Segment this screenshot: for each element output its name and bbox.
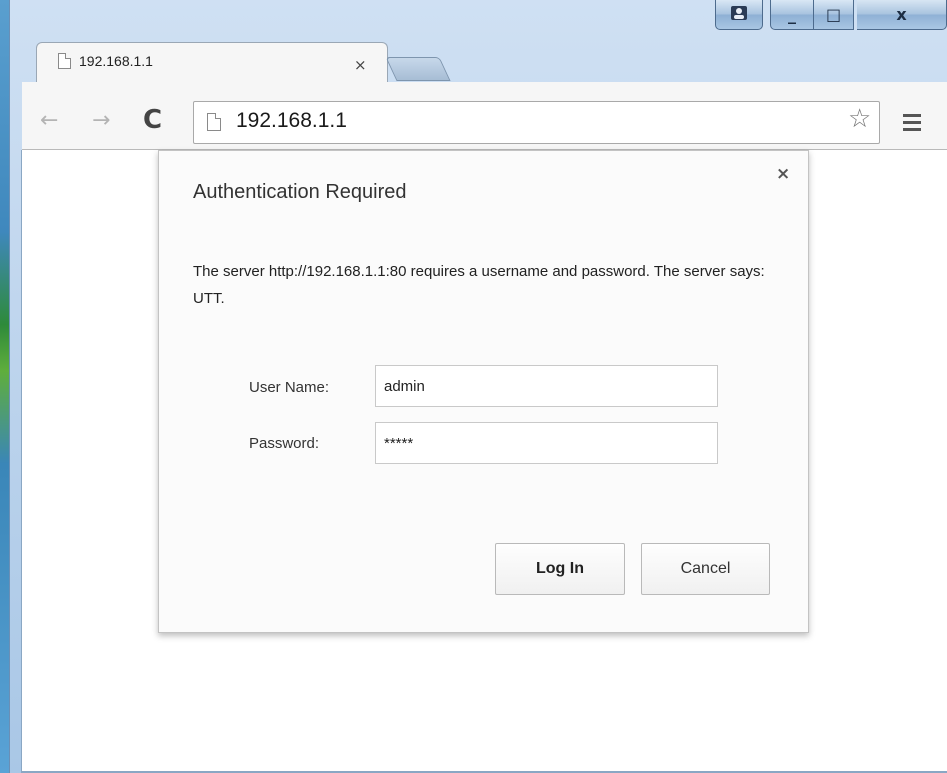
new-tab-button[interactable]: [385, 57, 451, 81]
maximize-button[interactable]: □: [814, 0, 854, 30]
star-icon[interactable]: ☆: [848, 106, 871, 132]
close-window-button[interactable]: x: [857, 0, 947, 30]
forward-icon[interactable]: →: [92, 110, 110, 132]
maximize-icon: □: [825, 5, 842, 24]
back-icon[interactable]: ←: [40, 110, 58, 132]
tab-title: 192.168.1.1: [79, 53, 153, 69]
profile-button[interactable]: [715, 0, 763, 30]
address-bar-url[interactable]: 192.168.1.1: [236, 109, 347, 133]
cancel-button[interactable]: Cancel: [641, 543, 770, 595]
page-icon: [207, 113, 221, 131]
password-field[interactable]: [375, 422, 718, 464]
minimize-icon: _: [788, 5, 796, 24]
dialog-message: The server http://192.168.1.1:80 require…: [193, 263, 765, 307]
reload-icon[interactable]: C: [143, 107, 162, 133]
username-label: User Name:: [249, 379, 330, 396]
login-button[interactable]: Log In: [495, 543, 625, 595]
password-label: Password:: [249, 435, 320, 452]
menu-icon[interactable]: [903, 114, 921, 135]
tab-close-icon[interactable]: ×: [354, 58, 367, 73]
page-icon: [58, 53, 71, 69]
profile-icon: [730, 5, 748, 25]
dialog-close-icon[interactable]: ×: [776, 166, 790, 183]
tab-content: 192.168.1.1: [58, 53, 153, 69]
username-field[interactable]: [375, 365, 718, 407]
dialog-title: Authentication Required: [193, 181, 407, 203]
minimize-button[interactable]: _: [770, 0, 814, 30]
close-icon: x: [896, 5, 907, 24]
